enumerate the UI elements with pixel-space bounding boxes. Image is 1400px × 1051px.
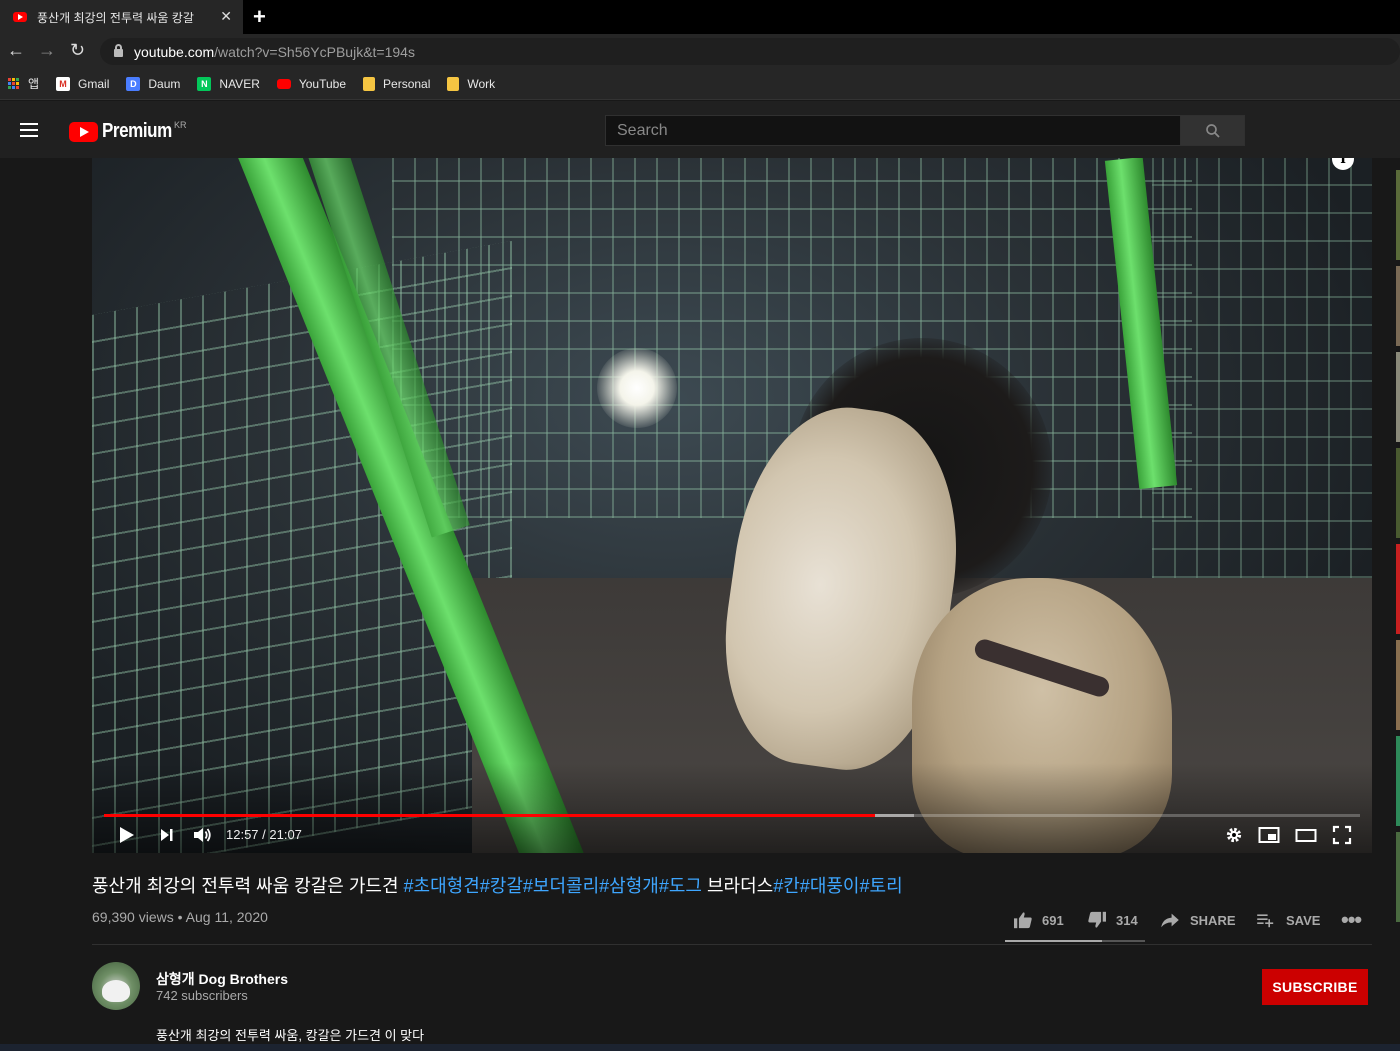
like-count: 691 — [1042, 912, 1064, 928]
title-text: 풍산개 최강의 전투력 싸움 캉갈은 가드견 — [92, 876, 404, 896]
bookmark-label: 앱 — [28, 77, 40, 91]
daum-icon: D — [126, 76, 141, 91]
search-box — [605, 115, 1181, 146]
search-button[interactable] — [1180, 115, 1245, 146]
logo-wordmark: Premium — [102, 120, 172, 142]
description-first-line: 풍산개 최강의 전투력 싸움, 캉갈은 가드견 이 맞다 — [156, 1028, 425, 1043]
browser-tab[interactable]: 풍산개 최강의 전투력 싸움 캉갈 ✕ — [0, 0, 243, 34]
share-button[interactable]: SHARE — [1160, 909, 1236, 931]
bookmark-folder-personal[interactable]: Personal — [363, 76, 431, 91]
video-frame — [92, 158, 1372, 853]
channel-name[interactable]: 삼형개 Dog Brothers — [156, 969, 288, 989]
sentiment-bar — [1005, 940, 1145, 942]
subscriber-count: 742 subscribers — [156, 988, 248, 1003]
os-taskbar — [0, 1044, 1400, 1051]
progress-bar[interactable] — [104, 814, 1360, 817]
share-arrow-icon — [1161, 913, 1179, 928]
apps-icon — [8, 78, 19, 89]
youtube-play-logo-icon — [69, 121, 98, 142]
more-actions-icon[interactable]: ••• — [1341, 907, 1362, 932]
menu-icon[interactable] — [20, 123, 38, 137]
video-player[interactable]: i 12:57 / 21:07 — [92, 158, 1372, 853]
video-title: 풍산개 최강의 전투력 싸움 캉갈은 가드견 #초대형견#캉갈#보더콜리#삼형개… — [92, 872, 903, 898]
hashtag-link[interactable]: #칸#대풍이#토리 — [773, 876, 902, 896]
naver-icon: N — [197, 76, 212, 91]
bookmark-label: NAVER — [219, 76, 260, 91]
youtube-premium-logo[interactable]: Premium KR — [69, 120, 187, 143]
video-meta: 69,390 views • Aug 11, 2020 — [92, 909, 268, 925]
divider — [92, 944, 1372, 945]
browser-toolbar: ← → ↻ youtube.com/watch?v=Sh56YcPBujk&t=… — [0, 34, 1400, 68]
youtube-icon — [276, 78, 291, 89]
bookmark-label: Work — [467, 76, 496, 91]
channel-avatar[interactable] — [92, 962, 140, 1010]
like-ratio-bar — [1005, 940, 1102, 942]
miniplayer-icon[interactable] — [1258, 825, 1280, 845]
reload-icon[interactable]: ↻ — [70, 40, 85, 61]
url-path: /watch?v=Sh56YcPBujk&t=194s — [214, 43, 415, 60]
gmail-icon: M — [56, 76, 71, 91]
url-host: youtube.com — [134, 43, 215, 60]
save-button[interactable]: SAVE — [1256, 909, 1320, 931]
thumbs-up-icon — [1014, 912, 1032, 929]
upload-date: Aug 11, 2020 — [185, 909, 268, 925]
share-label: SHARE — [1190, 912, 1236, 928]
bookmark-label: Gmail — [78, 76, 110, 91]
volume-icon[interactable] — [192, 825, 214, 845]
hashtag-link[interactable]: #초대형견#캉갈#보더콜리#삼형개#도그 — [404, 876, 702, 896]
recommendations-sliver — [1396, 170, 1400, 1050]
theater-mode-icon[interactable] — [1295, 825, 1317, 845]
played-bar — [104, 814, 876, 817]
bookmark-label: YouTube — [298, 76, 347, 91]
close-tab-icon[interactable]: ✕ — [220, 8, 232, 25]
back-icon[interactable]: ← — [7, 40, 25, 61]
folder-icon — [363, 76, 376, 91]
bookmark-gmail[interactable]: M Gmail — [56, 76, 110, 91]
next-icon[interactable] — [158, 825, 176, 845]
region-label: KR — [174, 120, 187, 130]
search-icon — [1205, 123, 1220, 138]
play-icon[interactable] — [118, 825, 136, 845]
bookmark-youtube[interactable]: YouTube — [276, 76, 347, 91]
fullscreen-icon[interactable] — [1332, 825, 1352, 845]
view-count: 69,390 views — [92, 909, 174, 925]
forward-icon[interactable]: → — [38, 40, 56, 61]
subscribe-button[interactable]: SUBSCRIBE — [1262, 969, 1368, 1005]
youtube-header: Premium KR — [0, 101, 1400, 158]
search-input[interactable] — [617, 121, 1180, 140]
bookmark-label: Daum — [148, 76, 181, 91]
youtube-favicon-icon — [13, 12, 27, 22]
bookmark-naver[interactable]: N NAVER — [197, 76, 260, 91]
settings-gear-icon[interactable] — [1225, 825, 1243, 845]
new-tab-icon[interactable]: + — [253, 4, 266, 30]
browser-tabstrip: 풍산개 최강의 전투력 싸움 캉갈 ✕ + — [0, 0, 1400, 34]
address-bar[interactable]: youtube.com/watch?v=Sh56YcPBujk&t=194s — [100, 38, 1400, 65]
folder-icon — [447, 76, 460, 91]
bookmark-folder-work[interactable]: Work — [447, 76, 496, 91]
bookmark-apps[interactable]: 앱 — [8, 75, 39, 92]
thumbs-down-icon — [1088, 911, 1106, 928]
like-button[interactable]: 691 — [1013, 909, 1064, 931]
time-display: 12:57 / 21:07 — [226, 827, 302, 842]
title-text: 브라더스 — [701, 876, 774, 896]
bookmark-label: Personal — [383, 76, 431, 91]
bookmark-daum[interactable]: D Daum — [126, 76, 181, 91]
bookmarks-bar: 앱 M Gmail D Daum N NAVER YouTube Persona… — [0, 68, 1400, 100]
tab-title: 풍산개 최강의 전투력 싸움 캉갈 — [37, 10, 194, 25]
dislike-count: 314 — [1116, 912, 1138, 928]
playlist-add-icon — [1257, 914, 1274, 928]
lock-icon — [114, 44, 123, 57]
dislike-button[interactable]: 314 — [1087, 909, 1138, 931]
save-label: SAVE — [1286, 912, 1321, 928]
